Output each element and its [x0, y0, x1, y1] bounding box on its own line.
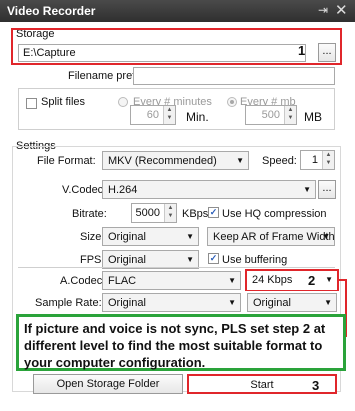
window-title: Video Recorder [7, 4, 96, 18]
spinner-arrows-icon[interactable]: ▲ ▼ [163, 106, 175, 124]
spinner-arrows-icon[interactable]: ▲ ▼ [284, 106, 296, 124]
minutes-spinner[interactable]: 60 ▲ ▼ [130, 105, 176, 125]
bitrate-label: Bitrate: [72, 208, 107, 220]
chevron-down-icon: ▼ [228, 298, 236, 307]
use-buffering-label: Use buffering [222, 254, 288, 266]
close-icon[interactable]: ✕ [335, 1, 348, 19]
spinner-arrows-icon[interactable]: ▲ ▼ [322, 151, 334, 169]
vcodec-options-button[interactable]: ... [318, 180, 336, 199]
sync-tip-text: If picture and voice is not sync, PLS se… [24, 321, 326, 370]
speed-label: Speed: [262, 155, 297, 167]
audio-bitrate-select[interactable]: 24 Kbps 2 ▼ [247, 271, 337, 290]
use-hq-label: Use HQ compression [222, 208, 327, 220]
chevron-down-icon: ▼ [236, 156, 244, 165]
every-minutes-radio[interactable] [118, 97, 128, 107]
split-files-checkbox[interactable] [26, 98, 37, 109]
mb-spinner[interactable]: 500 ▲ ▼ [245, 105, 297, 125]
storage-path-value: E:\Capture [23, 47, 76, 59]
chevron-down-icon: ▼ [186, 255, 194, 264]
step-2-marker: 2 [308, 273, 316, 288]
file-format-value: MKV (Recommended) [108, 155, 217, 167]
channels-select[interactable]: Original ▼ [247, 293, 337, 312]
size-label: Size: [80, 231, 105, 243]
keep-ar-select[interactable]: Keep AR of Frame Width (Re ▼ [207, 227, 335, 246]
spinner-arrows-icon[interactable]: ▲ ▼ [164, 204, 176, 222]
chevron-down-icon: ▼ [303, 185, 311, 194]
size-value: Original [108, 231, 146, 243]
browse-button[interactable]: ... [318, 43, 336, 62]
step-1-marker: 1 [298, 43, 306, 58]
chevron-down-icon: ▼ [228, 276, 236, 285]
channels-value: Original [253, 297, 291, 309]
vcodec-value: H.264 [108, 184, 138, 196]
size-select[interactable]: Original ▼ [102, 227, 199, 246]
fps-value: Original [108, 254, 146, 266]
minutes-unit: Min. [186, 110, 209, 124]
keep-ar-value: Keep AR of Frame Width (Re [213, 231, 335, 243]
speed-value: 1 [311, 154, 318, 166]
split-files-label: Split files [41, 96, 86, 108]
pin-icon[interactable]: ⇥ [318, 3, 328, 17]
mb-value: 500 [261, 109, 280, 121]
chevron-down-icon: ▼ [322, 232, 330, 241]
minutes-value: 60 [146, 109, 159, 121]
fps-label: FPS: [80, 254, 105, 266]
audio-bitrate-value: 24 Kbps [252, 274, 293, 286]
use-hq-checkbox[interactable]: ✓ [208, 207, 219, 218]
mb-unit: MB [304, 110, 322, 124]
title-bar: Video Recorder ⇥ ✕ [0, 0, 355, 22]
bitrate-unit: KBps [182, 208, 209, 220]
storage-path-input[interactable]: E:\Capture [18, 44, 306, 62]
acodec-select[interactable]: FLAC ▼ [102, 271, 241, 290]
settings-divider [18, 267, 335, 268]
sample-rate-value: Original [108, 297, 146, 309]
acodec-label: A.Codec: [60, 275, 106, 287]
chevron-down-icon: ▼ [186, 232, 194, 241]
use-buffering-checkbox[interactable]: ✓ [208, 253, 219, 264]
filename-prefix-input[interactable] [133, 67, 335, 85]
acodec-value: FLAC [108, 275, 137, 287]
sync-tip-note: If picture and voice is not sync, PLS se… [16, 314, 346, 371]
chevron-down-icon: ▼ [325, 275, 333, 284]
step-3-marker: 3 [312, 378, 320, 393]
bitrate-spinner[interactable]: 5000 ▲ ▼ [131, 203, 177, 223]
every-mb-radio[interactable] [227, 97, 237, 107]
open-storage-folder-button[interactable]: Open Storage Folder [33, 374, 183, 394]
vcodec-select[interactable]: H.264 ▼ [102, 180, 316, 199]
start-label: Start [250, 379, 274, 391]
speed-spinner[interactable]: 1 ▲ ▼ [300, 150, 335, 170]
sample-rate-label: Sample Rate: [35, 297, 102, 309]
bitrate-value: 5000 [135, 207, 160, 219]
chevron-down-icon: ▼ [324, 298, 332, 307]
sample-rate-select[interactable]: Original ▼ [102, 293, 241, 312]
file-format-label: File Format: [37, 155, 96, 167]
file-format-select[interactable]: MKV (Recommended) ▼ [102, 151, 249, 170]
vcodec-label: V.Codec: [62, 184, 107, 196]
